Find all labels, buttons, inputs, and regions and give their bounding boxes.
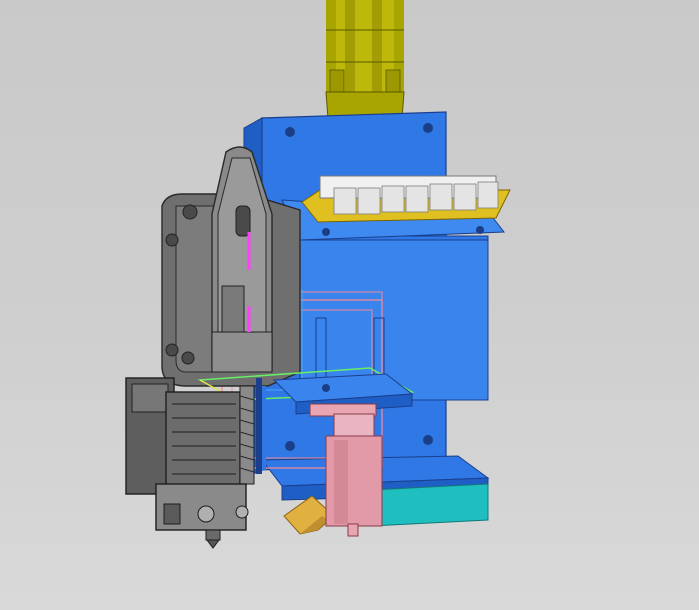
connector-block[interactable] bbox=[319, 175, 499, 215]
cad-model-scene[interactable] bbox=[0, 0, 699, 610]
blue-side-channel bbox=[256, 378, 266, 474]
cyan-base-block[interactable] bbox=[369, 483, 489, 527]
hotend-heatsink[interactable] bbox=[125, 377, 255, 549]
cad-viewport[interactable] bbox=[0, 0, 699, 610]
